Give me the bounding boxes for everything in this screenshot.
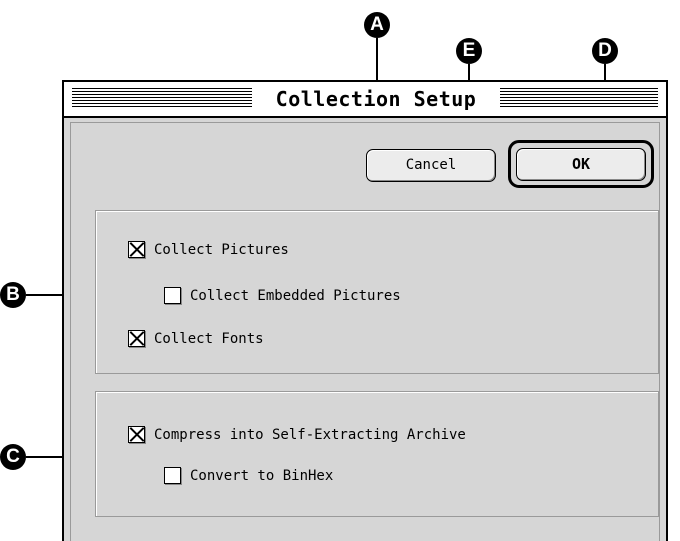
collect-embedded-pictures-checkbox[interactable]: Collect Embedded Pictures [164,285,401,307]
collect-embedded-pictures-label: Collect Embedded Pictures [190,288,401,304]
callout-a: A [364,12,390,38]
dialog-title: Collection Setup [258,82,494,116]
callout-d: D [592,38,618,64]
ok-button-default-ring: OK [508,140,654,188]
title-bar[interactable]: Collection Setup [64,82,666,118]
callout-e: E [456,38,482,64]
cancel-button[interactable]: Cancel [366,149,496,182]
collect-fonts-checkbox[interactable]: Collect Fonts [128,328,264,350]
checkbox-checked-icon[interactable] [128,425,145,443]
ok-button[interactable]: OK [516,148,646,181]
convert-binhex-label: Convert to BinHex [190,468,334,484]
checkbox-unchecked-icon[interactable] [164,466,181,484]
compress-archive-checkbox[interactable]: Compress into Self-Extracting Archive [128,424,466,446]
collect-pictures-checkbox[interactable]: Collect Pictures [128,239,289,261]
convert-binhex-checkbox[interactable]: Convert to BinHex [164,465,333,487]
checkbox-checked-icon[interactable] [128,240,145,258]
compress-archive-label: Compress into Self-Extracting Archive [154,427,466,443]
callout-b: B [0,282,26,308]
collect-fonts-label: Collect Fonts [154,331,264,347]
compress-options-group [95,391,659,517]
callout-c: C [0,444,26,470]
checkbox-checked-icon[interactable] [128,329,145,347]
title-bar-stripes-right [500,88,658,108]
checkbox-unchecked-icon[interactable] [164,286,181,304]
title-bar-stripes-left [72,88,252,108]
collect-pictures-label: Collect Pictures [154,242,289,258]
